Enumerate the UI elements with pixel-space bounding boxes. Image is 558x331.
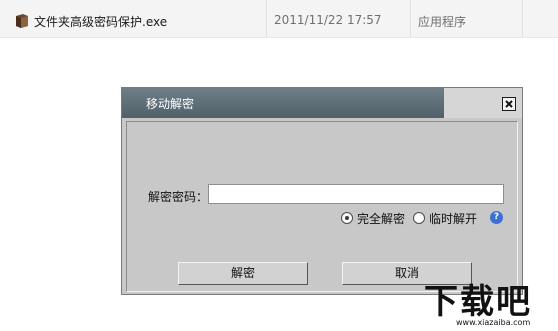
column-divider bbox=[266, 0, 267, 37]
decrypt-dialog: 移动解密 解密密码： 完全解密 临时解开 ? 解密 取消 bbox=[121, 87, 523, 295]
option-label: 完全解密 bbox=[357, 212, 406, 226]
file-date: 2011/11/22 17:57 bbox=[274, 13, 382, 27]
file-list-row[interactable]: 文件夹高级密码保护.exe 2011/11/22 17:57 应用程序 bbox=[0, 0, 558, 38]
dialog-titlebar[interactable]: 移动解密 bbox=[122, 88, 522, 118]
radio-temp-unlock[interactable] bbox=[413, 212, 425, 224]
help-icon[interactable]: ? bbox=[490, 211, 503, 224]
password-input[interactable] bbox=[208, 184, 504, 204]
radio-selected-dot bbox=[345, 216, 349, 220]
exe-file-icon bbox=[16, 14, 28, 28]
radio-full-decrypt[interactable] bbox=[341, 212, 353, 224]
file-name: 文件夹高级密码保护.exe bbox=[34, 15, 168, 29]
decrypt-button[interactable]: 解密 bbox=[178, 262, 308, 285]
option-label: 临时解开 bbox=[429, 212, 478, 226]
close-button[interactable] bbox=[502, 97, 516, 111]
close-icon bbox=[505, 100, 513, 108]
watermark: 下载吧 www.xiazaiba.com bbox=[418, 274, 558, 331]
file-type: 应用程序 bbox=[418, 15, 467, 29]
watermark-url: www.xiazaiba.com bbox=[456, 318, 531, 327]
password-label: 解密密码： bbox=[148, 190, 209, 204]
watermark-logo: 下载吧 bbox=[424, 282, 532, 322]
column-divider bbox=[410, 0, 411, 37]
column-divider bbox=[522, 0, 523, 37]
dialog-title: 移动解密 bbox=[146, 97, 195, 111]
